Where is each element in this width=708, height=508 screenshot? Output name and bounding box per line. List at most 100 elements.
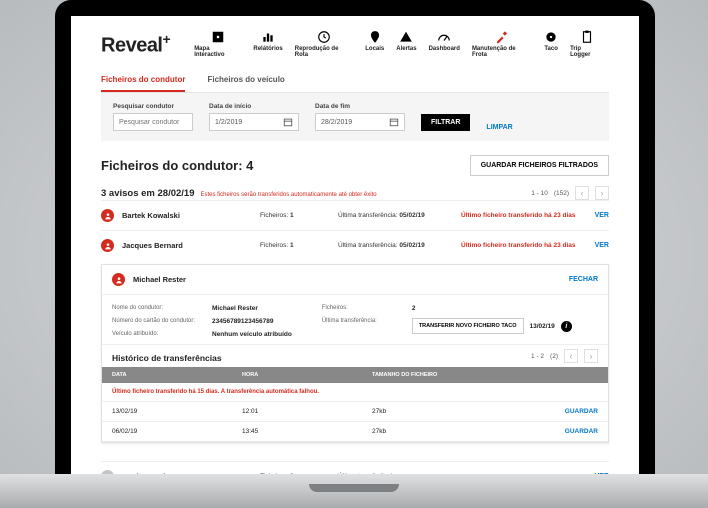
pin-icon xyxy=(368,30,382,44)
driver-name: Bartek Kowalski xyxy=(122,211,252,220)
nav-label: Manutenção de Frota xyxy=(472,46,532,58)
nav-alerts[interactable]: Alertas xyxy=(390,30,422,58)
col-size: TAMANHO DO FICHEIRO xyxy=(372,372,598,378)
tab-vehicle-files[interactable]: Ficheiros do veículo xyxy=(207,69,284,92)
page-title: Ficheiros do condutor: 4 xyxy=(101,158,253,173)
save-link[interactable]: GUARDAR xyxy=(565,428,598,435)
top-nav: Mapa Interactivo Relátórios Reprodução d… xyxy=(188,30,609,58)
app-header: Reveal+ Mapa Interactivo Relátórios xyxy=(101,30,609,59)
filter-button[interactable]: FILTRAR xyxy=(421,114,470,131)
history-row: 06/02/19 13:45 27kb GUARDAR xyxy=(102,422,608,442)
history-pager-next[interactable]: › xyxy=(584,349,598,363)
nav-taco[interactable]: Taco xyxy=(538,30,564,58)
driver-detail-card: Michael Rester FECHAR Nome do condutor:M… xyxy=(101,264,609,443)
view-link[interactable]: VER xyxy=(595,212,609,219)
nav-label: Taco xyxy=(544,46,558,52)
wrench-icon xyxy=(495,30,509,44)
cell-time: 13:45 xyxy=(242,428,372,435)
value-card: 23456789123456789 xyxy=(212,318,273,325)
reports-icon xyxy=(261,30,275,44)
nav-places[interactable]: Locais xyxy=(359,30,390,58)
info-icon[interactable]: i xyxy=(561,321,572,332)
col-date: DATA xyxy=(112,372,242,378)
nav-label: Dashboard xyxy=(429,46,460,52)
label-files: Ficheiros: xyxy=(322,305,402,312)
start-date-label: Data de início xyxy=(209,103,299,110)
history-pager: 1 - 2 (2) ‹ › xyxy=(531,349,608,363)
search-label: Pesquisar condutor xyxy=(113,103,193,110)
clipboard-icon xyxy=(580,30,594,44)
pager-prev[interactable]: ‹ xyxy=(575,186,589,200)
label-last: Última transferência: xyxy=(322,318,402,334)
warning-badge-icon xyxy=(101,209,114,222)
history-pager-prev[interactable]: ‹ xyxy=(564,349,578,363)
history-pager-total: (2) xyxy=(550,353,558,360)
start-date-value: 1/2/2019 xyxy=(215,119,242,126)
value-last: 13/02/19 xyxy=(530,323,555,330)
label-name: Nome do condutor: xyxy=(112,305,202,312)
cell-time: 12:01 xyxy=(242,408,372,415)
cell-size: 27kb xyxy=(372,408,565,415)
filter-bar: Pesquisar condutor Data de início 1/2/20… xyxy=(101,93,609,141)
nav-map[interactable]: Mapa Interactivo xyxy=(188,30,247,58)
nav-route[interactable]: Reprodução de Rota xyxy=(289,30,360,58)
history-title: Histórico de transferências xyxy=(102,345,232,367)
history-row: 13/02/19 12:01 27kb GUARDAR xyxy=(102,402,608,422)
value-files: 2 xyxy=(412,305,416,312)
calendar-icon xyxy=(283,117,293,127)
view-link[interactable]: VER xyxy=(595,242,609,249)
save-filtered-button[interactable]: GUARDAR FICHEIROS FILTRADOS xyxy=(470,155,609,176)
warnings-title: 3 avisos em 28/02/19 xyxy=(101,188,195,199)
nav-fleet[interactable]: Manutenção de Frota xyxy=(466,30,538,58)
nav-trip[interactable]: Trip Logger xyxy=(564,30,609,58)
nav-label: Reprodução de Rota xyxy=(295,46,354,58)
cell-date: 06/02/19 xyxy=(112,428,242,435)
files-col: Ficheiros: 1 xyxy=(260,212,330,219)
start-date-input[interactable]: 1/2/2019 xyxy=(209,113,299,131)
history-header: DATA HORA TAMANHO DO FICHEIRO xyxy=(102,367,608,383)
end-date-label: Data de fim xyxy=(315,103,405,110)
pager-total: (152) xyxy=(554,190,569,197)
warning-badge-icon xyxy=(112,273,125,286)
end-date-value: 28/2/2019 xyxy=(321,119,352,126)
nav-label: Locais xyxy=(365,46,384,52)
tab-driver-files[interactable]: Ficheiros do condutor xyxy=(101,69,185,92)
value-vehicle: Nenhum veículo atribuído xyxy=(212,331,292,338)
nav-label: Relátórios xyxy=(253,46,282,52)
map-icon xyxy=(211,30,225,44)
alert-icon xyxy=(399,30,413,44)
nav-reports[interactable]: Relátórios xyxy=(247,30,288,58)
last-transfer-col: Última transferência: 05/02/19 xyxy=(338,212,453,219)
driver-row: Bartek Kowalski Ficheiros: 1 Última tran… xyxy=(101,200,609,230)
history-pager-range: 1 - 2 xyxy=(531,353,544,360)
save-link[interactable]: GUARDAR xyxy=(565,408,598,415)
files-col: Ficheiros: 1 xyxy=(260,242,330,249)
search-input[interactable] xyxy=(113,113,193,131)
pager-next[interactable]: › xyxy=(595,186,609,200)
transfer-button[interactable]: TRANSFERIR NOVO FICHEIRO TACO xyxy=(412,318,524,334)
brand-logo: Reveal+ xyxy=(101,31,170,58)
file-tabs: Ficheiros do condutor Ficheiros do veícu… xyxy=(101,69,609,93)
label-vehicle: Veículo atribuído: xyxy=(112,331,202,338)
warnings-note: Estes ficheiros serão transferidos autom… xyxy=(201,192,377,198)
pager-range: 1 - 10 xyxy=(531,190,548,197)
cell-date: 13/02/19 xyxy=(112,408,242,415)
close-link[interactable]: FECHAR xyxy=(569,276,598,283)
col-time: HORA xyxy=(242,372,372,378)
warning-text: Último ficheiro transferido há 23 dias xyxy=(461,242,587,249)
nav-label: Alertas xyxy=(396,46,416,52)
value-name: Michael Rester xyxy=(212,305,258,312)
nav-label: Trip Logger xyxy=(570,46,603,58)
clear-button[interactable]: LIMPAR xyxy=(486,124,512,131)
pager: 1 - 10 (152) ‹ › xyxy=(531,186,609,200)
driver-row: José Monteiro Ficheiros: 0 Última transf… xyxy=(101,461,609,474)
gauge-icon xyxy=(437,30,451,44)
last-transfer-col: Última transferência: 05/02/19 xyxy=(338,242,453,249)
driver-name: Jacques Bernard xyxy=(122,241,252,250)
end-date-input[interactable]: 28/2/2019 xyxy=(315,113,405,131)
warning-badge-icon xyxy=(101,239,114,252)
nav-dashboard[interactable]: Dashboard xyxy=(423,30,466,58)
history-warning: Último ficheiro transferido há 15 dias. … xyxy=(102,383,608,402)
calendar-icon xyxy=(389,117,399,127)
disc-icon xyxy=(544,30,558,44)
